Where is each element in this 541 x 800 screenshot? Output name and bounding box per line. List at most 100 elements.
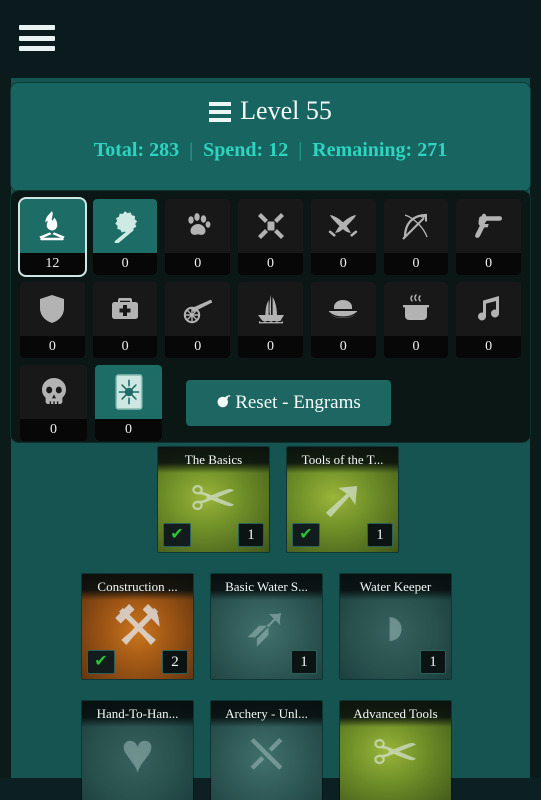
- engram-card-title: The Basics: [158, 447, 269, 473]
- engram-card-row: ⚒ Construction ... ✔ 2 ➶ Basic Water S... 1 ◗ Wa…: [11, 573, 530, 680]
- category-tile-count: 0: [165, 336, 231, 358]
- hamburger-bar: [19, 25, 55, 30]
- bow-and-arrow-icon: [384, 199, 449, 253]
- category-tile-count: 0: [310, 253, 376, 275]
- engram-card[interactable]: ⚒ Construction ... ✔ 2: [81, 573, 194, 680]
- engram-cost-badge: 1: [291, 650, 317, 674]
- engram-card-title: Water Keeper: [340, 574, 451, 600]
- pickaxe-gear-icon: [93, 199, 158, 253]
- category-tile-skull[interactable]: 0: [20, 365, 87, 441]
- category-tile-count: 0: [238, 336, 303, 358]
- category-tile-crossed-swords[interactable]: 0: [310, 199, 376, 275]
- category-tile-count: 0: [95, 419, 162, 441]
- category-tile-row: 12 0 0 0 0 0 0: [18, 197, 522, 277]
- category-tile-count: 0: [92, 253, 158, 275]
- category-tile-crossed-axes[interactable]: 0: [238, 199, 303, 275]
- reset-engrams-button[interactable]: Reset - Engrams: [186, 380, 391, 426]
- category-tile-count: 12: [20, 253, 85, 275]
- category-tile-count: 0: [20, 336, 85, 358]
- engram-card[interactable]: ♥ Hand-To-Han...: [81, 700, 194, 800]
- engram-card[interactable]: ➚ Tools of the T... ✔ 1: [286, 446, 399, 553]
- engram-cost-badge: 1: [420, 650, 446, 674]
- category-tile-count: 0: [20, 419, 87, 441]
- engram-card-title: Archery - Unl...: [211, 701, 322, 727]
- engram-card-row: ♥ Hand-To-Han... ⤬ Archery - Unl... ✂ Advance…: [11, 700, 530, 800]
- category-tile-cannon[interactable]: 0: [165, 282, 231, 358]
- category-tile-blueprint-card[interactable]: 0: [95, 365, 162, 441]
- top-app-bar: [0, 0, 541, 78]
- stat-separator: |: [189, 139, 194, 161]
- hamburger-icon[interactable]: [19, 22, 55, 54]
- remaining-points-label: Remaining: 271: [312, 139, 448, 161]
- engram-card[interactable]: ✂ Advanced Tools: [339, 700, 452, 800]
- engram-cost-badge: 1: [238, 523, 264, 547]
- hamburger-icon[interactable]: [209, 102, 232, 122]
- category-tile-cooking-pot[interactable]: 0: [383, 282, 449, 358]
- category-tile-first-aid-kit[interactable]: 0: [92, 282, 158, 358]
- category-tile-count: 0: [383, 336, 449, 358]
- engram-card[interactable]: ➶ Basic Water S... 1: [210, 573, 323, 680]
- engram-card-title: Basic Water S...: [211, 574, 322, 600]
- reset-engrams-label: Reset - Engrams: [235, 392, 361, 413]
- category-tile-pickaxe-gear[interactable]: 0: [92, 199, 158, 275]
- engram-cost-badge: 1: [367, 523, 393, 547]
- engram-card-grid[interactable]: ✂ The Basics ✔ 1 ➚ Tools of the T... ✔ 1 ⚒ Constr…: [11, 446, 530, 800]
- level-row[interactable]: Level 55: [11, 83, 530, 139]
- points-summary: Total: 283 | Spend: 12 | Remaining: 271: [11, 139, 530, 162]
- shield-icon: [20, 282, 85, 336]
- category-tile-group: 00: [20, 365, 162, 441]
- engram-card-title: Tools of the T...: [287, 447, 398, 473]
- category-tile-paw-print[interactable]: 0: [165, 199, 231, 275]
- category-tile-count: 0: [92, 336, 158, 358]
- cannon-icon: [165, 282, 230, 336]
- captain-hat-icon: [311, 282, 376, 336]
- total-points-label: Total: 283: [93, 139, 180, 161]
- category-tile-campfire[interactable]: 12: [18, 197, 87, 277]
- category-tiles-panel: 12 0 0 0 0 0 0 0000000 00 Reset - Engrams: [10, 190, 531, 443]
- engram-card-row: ✂ The Basics ✔ 1 ➚ Tools of the T... ✔ 1: [11, 446, 530, 553]
- crossed-axes-icon: [238, 199, 303, 253]
- engram-card[interactable]: ✂ The Basics ✔ 1: [157, 446, 270, 553]
- level-label: Level 55: [240, 96, 332, 125]
- engram-card-title: Construction ...: [82, 574, 193, 600]
- crossed-swords-icon: [311, 199, 376, 253]
- category-tile-count: 0: [383, 253, 449, 275]
- engram-card[interactable]: ⤬ Archery - Unl...: [210, 700, 323, 800]
- category-tile-flintlock-pistol[interactable]: 0: [456, 199, 522, 275]
- category-tile-count: 0: [310, 336, 376, 358]
- first-aid-kit-icon: [93, 282, 158, 336]
- music-note-icon: [456, 282, 521, 336]
- stat-separator: |: [298, 139, 303, 161]
- hamburger-bar: [19, 46, 55, 51]
- blueprint-card-icon: [95, 365, 162, 419]
- right-edge-strip: [530, 78, 541, 800]
- category-tile-bow-and-arrow[interactable]: 0: [383, 199, 449, 275]
- category-tile-count: 0: [456, 336, 522, 358]
- category-tile-row: 00 Reset - Engrams: [20, 365, 521, 441]
- bomb-icon: [216, 393, 231, 413]
- engram-card[interactable]: ◗ Water Keeper 1: [339, 573, 452, 680]
- paw-print-icon: [165, 199, 230, 253]
- engram-card-title: Advanced Tools: [340, 701, 451, 727]
- engram-card-title: Hand-To-Han...: [82, 701, 193, 727]
- hamburger-bar: [209, 110, 232, 114]
- category-tile-count: 0: [456, 253, 522, 275]
- category-tile-count: 0: [165, 253, 231, 275]
- category-tile-music-note[interactable]: 0: [456, 282, 522, 358]
- engram-unlocked-checkmark-icon: ✔: [87, 650, 115, 674]
- level-summary-panel: Level 55 Total: 283 | Spend: 12 | Remain…: [10, 82, 531, 192]
- engram-unlocked-checkmark-icon: ✔: [292, 523, 320, 547]
- spent-points-label: Spend: 12: [203, 139, 289, 161]
- cooking-pot-icon: [384, 282, 449, 336]
- engram-selector-screen: urviv Level 55 Total: 283 | Spend: 12 | …: [0, 0, 541, 800]
- category-tile-count: 0: [238, 253, 303, 275]
- engram-unlocked-checkmark-icon: ✔: [163, 523, 191, 547]
- hamburger-bar: [209, 102, 232, 106]
- category-tile-shield[interactable]: 0: [20, 282, 85, 358]
- campfire-icon: [20, 199, 85, 253]
- category-tile-captain-hat[interactable]: 0: [310, 282, 376, 358]
- engram-cost-badge: 2: [162, 650, 188, 674]
- hamburger-bar: [19, 35, 55, 41]
- category-tile-sailing-ship[interactable]: 0: [238, 282, 303, 358]
- hamburger-bar: [209, 118, 232, 122]
